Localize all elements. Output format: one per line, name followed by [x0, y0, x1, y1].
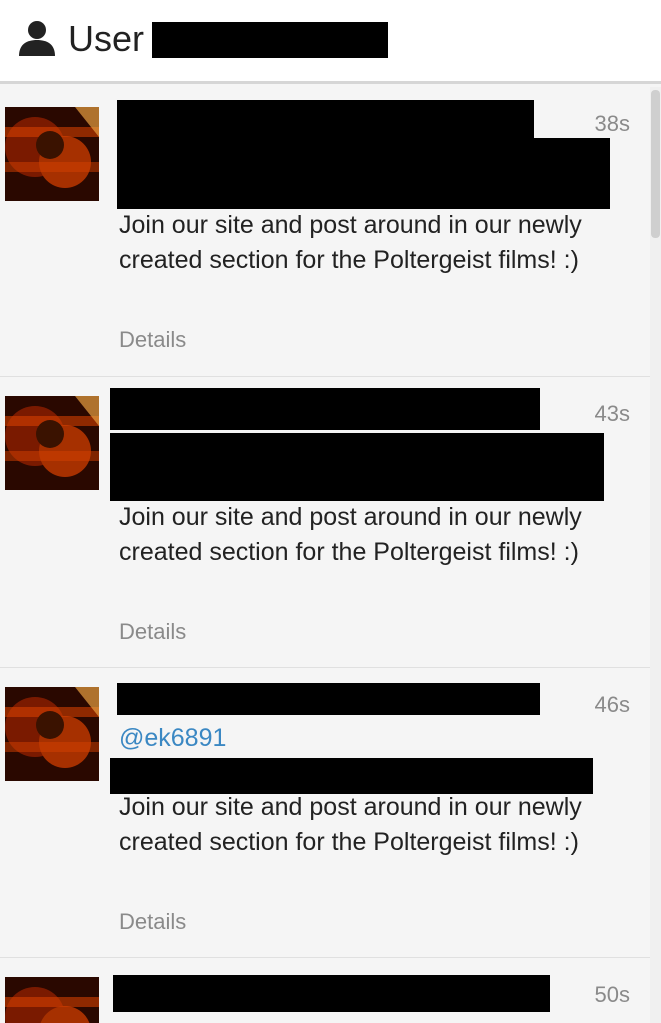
tweet-item[interactable]: 43s Join our site and post around in our… — [0, 377, 650, 668]
redacted-content — [110, 758, 593, 794]
tweet-item[interactable]: 50s — [0, 958, 650, 1023]
redacted-author — [113, 975, 550, 1012]
tweet-item[interactable]: @ek6891 46s Join our site and post aroun… — [0, 668, 650, 958]
tweet-timestamp[interactable]: 38s — [595, 111, 630, 137]
header: User — [0, 0, 661, 84]
redacted-username — [152, 22, 388, 58]
tweet-text: Join our site and post around in our new… — [119, 503, 582, 566]
details-link[interactable]: Details — [119, 909, 186, 935]
avatar[interactable] — [5, 107, 99, 201]
avatar[interactable] — [5, 687, 99, 781]
header-title: User — [68, 18, 145, 59]
tweet-timestamp[interactable]: 50s — [595, 982, 630, 1008]
redacted-author — [110, 388, 540, 430]
redacted-author — [117, 138, 610, 209]
mention-link[interactable]: @ek6891 — [119, 724, 226, 753]
tweet-text: Join our site and post around in our new… — [119, 211, 582, 274]
tweet-item[interactable]: 38s Join our site and post around in our… — [0, 87, 650, 377]
scrollbar-thumb[interactable] — [651, 90, 660, 238]
tweet-timestamp[interactable]: 46s — [595, 692, 630, 718]
user-icon — [19, 21, 55, 56]
redacted-author — [117, 683, 540, 715]
details-link[interactable]: Details — [119, 327, 186, 353]
redacted-author — [110, 433, 604, 501]
tweet-timestamp[interactable]: 43s — [595, 401, 630, 427]
tweet-feed-page: User 38s Join our site and post around i… — [0, 0, 661, 1023]
details-link[interactable]: Details — [119, 619, 186, 645]
avatar[interactable] — [5, 396, 99, 490]
tweet-text: Join our site and post around in our new… — [119, 793, 582, 856]
avatar[interactable] — [5, 977, 99, 1023]
